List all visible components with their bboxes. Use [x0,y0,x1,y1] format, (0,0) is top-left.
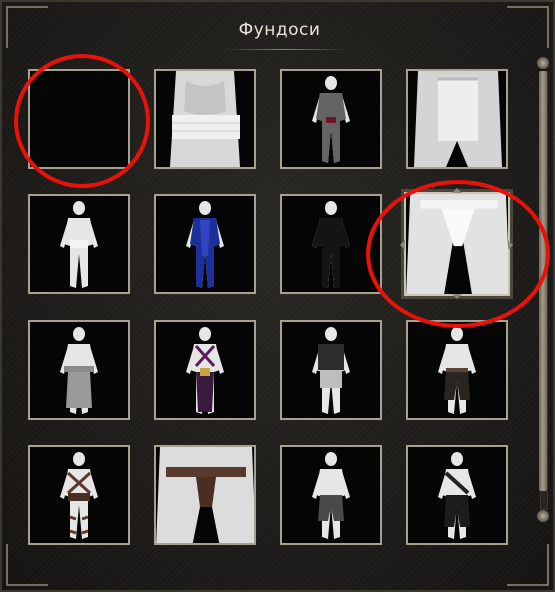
item-slot-grey-shorts[interactable] [280,445,382,545]
selection-arrow-icon [452,294,462,304]
black-bodysuit-icon [312,201,350,288]
selection-arrow-icon [508,240,518,250]
costume-panel: Фундоси [0,0,555,592]
scroll-down-cap[interactable] [537,510,549,522]
dark-vest-shorts-icon [312,327,350,414]
scrollbar[interactable] [535,57,551,522]
item-slot-brown-pants[interactable] [406,320,508,420]
black-wrap-shorts-icon [438,452,476,539]
selection-arrow-icon [395,240,405,250]
white-sash-torso-icon [170,71,240,167]
item-slot-chainmail-bodysuit[interactable] [280,69,382,169]
item-slot-leather-belt-pouch[interactable] [154,445,256,545]
grey-apron-figure-icon [60,327,98,414]
scroll-thumb[interactable] [539,71,547,491]
item-slot-white-loincloth-figure[interactable] [28,194,130,294]
leather-belt-pouch-icon [156,447,254,543]
purple-harness-icon [186,327,224,414]
item-slot-empty[interactable] [28,69,130,169]
brown-pants-icon [438,327,476,414]
item-slot-fundoshi-closeup[interactable] [404,192,510,296]
panel-title: Фундоси [238,20,321,40]
item-slot-grey-apron-figure[interactable] [28,320,130,420]
selection-arrow-icon [452,183,462,193]
scroll-up-cap[interactable] [537,57,549,69]
empty-slot-icon [30,71,128,167]
title-divider [224,49,348,50]
blue-bodysuit-icon [186,201,224,288]
item-slot-white-sash[interactable] [154,69,256,169]
apron-icon [414,71,502,167]
item-slot-black-wrap-shorts[interactable] [406,445,508,545]
grey-shorts-icon [312,452,350,539]
item-slot-white-apron-front[interactable] [406,69,508,169]
chainmail-bodysuit-icon [312,76,350,163]
item-slot-purple-harness[interactable] [154,320,256,420]
item-slot-dark-vest-shorts[interactable] [280,320,382,420]
item-slot-black-bodysuit[interactable] [280,194,382,294]
white-loincloth-figure-icon [60,201,98,288]
item-slot-blue-bodysuit[interactable] [154,194,256,294]
frame-corner-ornament [6,544,48,586]
fundoshi-icon [406,194,508,294]
frame-corner-ornament [507,544,549,586]
leather-straps-icon [60,452,98,539]
item-slot-leather-straps[interactable] [28,445,130,545]
